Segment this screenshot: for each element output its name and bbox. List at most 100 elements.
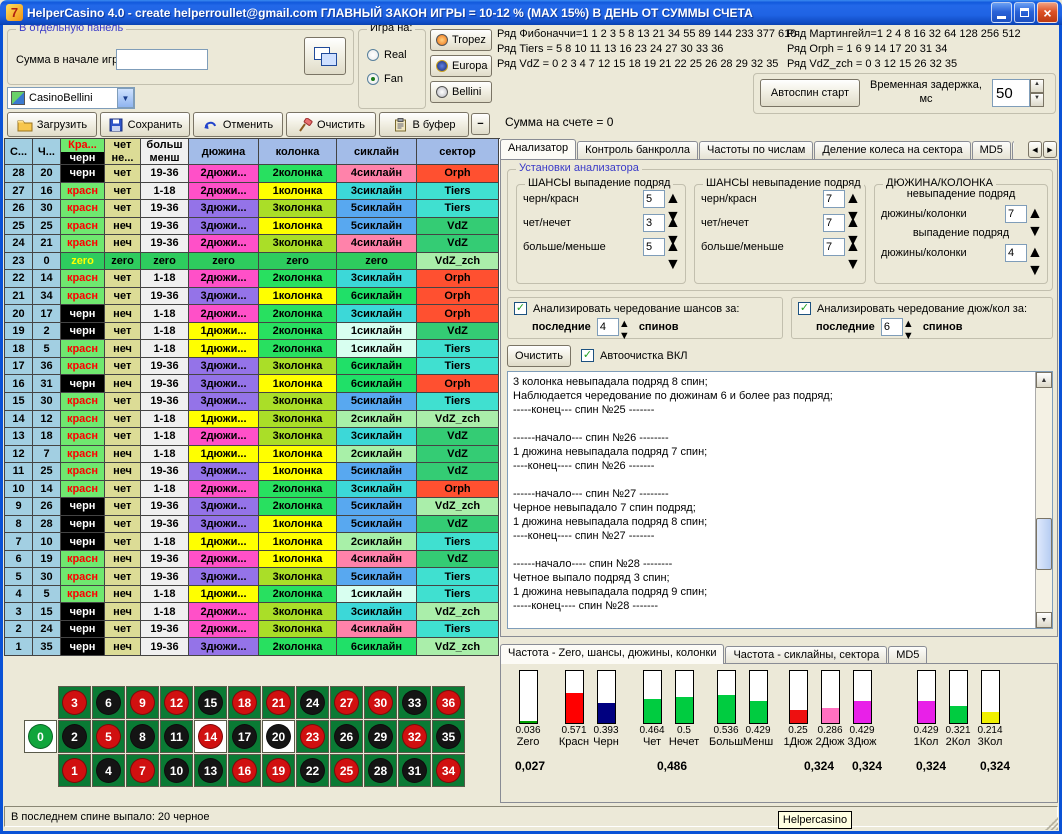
board-cell-17[interactable]: 17 — [228, 720, 261, 753]
board-cell-18[interactable]: 18 — [228, 686, 261, 719]
board-cell-31[interactable]: 31 — [398, 754, 431, 787]
spinner-up-icon[interactable]: ▲ — [845, 214, 859, 232]
setting-spinner-input[interactable] — [1005, 244, 1027, 262]
spinner-up-icon[interactable]: ▲ — [1027, 205, 1041, 223]
radio-fan[interactable]: Fan — [367, 70, 407, 88]
setting-spinner-input[interactable] — [823, 190, 845, 208]
board-cell-27[interactable]: 27 — [330, 686, 363, 719]
spinner-up-icon[interactable]: ▲ — [619, 318, 633, 330]
app-icon[interactable]: 7 — [6, 4, 23, 21]
toolbar-button-3[interactable]: Отменить — [193, 112, 283, 137]
spinner-down-icon[interactable]: ▼ — [619, 330, 633, 342]
board-cell-29[interactable]: 29 — [364, 720, 397, 753]
board-cell-10[interactable]: 10 — [160, 754, 193, 787]
tab-frequency-1[interactable]: Частота - сиклайны, сектора — [725, 646, 887, 664]
board-cell-34[interactable]: 34 — [432, 754, 465, 787]
setting-spinner-input[interactable] — [643, 238, 665, 256]
spinner-up-icon[interactable]: ▲ — [665, 238, 679, 256]
spinner-down-icon[interactable]: ▼ — [665, 256, 679, 274]
autospin-start-button[interactable]: Автоспин старт — [760, 79, 860, 107]
spinner-up-icon[interactable]: ▲ — [845, 238, 859, 256]
chevron-down-icon[interactable]: ▼ — [117, 88, 134, 108]
board-cell-30[interactable]: 30 — [364, 686, 397, 719]
board-cell-16[interactable]: 16 — [228, 754, 261, 787]
setting-spinner-input[interactable] — [1005, 205, 1027, 223]
board-cell-20[interactable]: 20 — [262, 720, 295, 753]
board-cell-6[interactable]: 6 — [92, 686, 125, 719]
spinner-up-icon[interactable]: ▲ — [903, 318, 917, 330]
tab-scroll-left-icon[interactable]: ◀ — [1028, 141, 1042, 158]
clear-log-button[interactable]: Очистить — [507, 345, 571, 367]
collapse-button[interactable]: − — [471, 113, 490, 135]
setting-spinner-input[interactable] — [643, 214, 665, 232]
spinner-down-icon[interactable]: ▼ — [845, 256, 859, 274]
board-cell-26[interactable]: 26 — [330, 720, 363, 753]
tab-frequency-2[interactable]: MD5 — [888, 646, 927, 664]
board-cell-9[interactable]: 9 — [126, 686, 159, 719]
spinner-down-icon[interactable]: ▼ — [903, 330, 917, 342]
board-cell-7[interactable]: 7 — [126, 754, 159, 787]
scroll-up-icon[interactable]: ▲ — [1036, 372, 1052, 388]
casino-button-tropez[interactable]: Tropez — [430, 29, 492, 51]
board-cell-23[interactable]: 23 — [296, 720, 329, 753]
spinner-up-icon[interactable]: ▲ — [1027, 244, 1041, 262]
last-spins-1-input[interactable] — [597, 318, 619, 336]
setting-spinner-input[interactable] — [823, 214, 845, 232]
board-cell-28[interactable]: 28 — [364, 754, 397, 787]
tab-analyzer-1[interactable]: Контроль банкролла — [577, 141, 698, 159]
delay-input[interactable] — [992, 79, 1030, 107]
board-cell-3[interactable]: 3 — [58, 686, 91, 719]
toolbar-button-4[interactable]: Очистить — [286, 112, 376, 137]
scrollbar-track[interactable] — [1036, 388, 1052, 612]
spinner-up-icon[interactable]: ▲ — [1030, 79, 1044, 93]
setting-spinner-input[interactable] — [823, 238, 845, 256]
radio-real[interactable]: Real — [367, 46, 407, 64]
tab-analyzer-2[interactable]: Частоты по числам — [699, 141, 813, 159]
log-scrollbar[interactable]: ▲ ▼ — [1035, 372, 1052, 628]
board-cell-4[interactable]: 4 — [92, 754, 125, 787]
tab-analyzer-3[interactable]: Деление колеса на сектора — [814, 141, 970, 159]
maximize-button[interactable] — [1014, 2, 1035, 23]
casino-select[interactable]: CasinoBellini ▼ — [7, 87, 135, 109]
board-cell-5[interactable]: 5 — [92, 720, 125, 753]
close-button[interactable]: × — [1037, 2, 1058, 23]
last-spins-2-input[interactable] — [881, 318, 903, 336]
casino-button-bellini[interactable]: Bellini — [430, 81, 492, 103]
board-cell-11[interactable]: 11 — [160, 720, 193, 753]
spinner-down-icon[interactable]: ▼ — [1027, 223, 1041, 241]
board-cell-19[interactable]: 19 — [262, 754, 295, 787]
tab-analyzer-5[interactable]: Ко — [1012, 141, 1014, 159]
spinner-up-icon[interactable]: ▲ — [665, 190, 679, 208]
setting-spinner-input[interactable] — [643, 190, 665, 208]
toolbar-button-5[interactable]: В буфер — [379, 112, 469, 137]
analyze-chances-checkbox[interactable]: ✓ — [514, 302, 527, 315]
start-sum-input[interactable] — [116, 49, 208, 70]
board-cell-14[interactable]: 14 — [194, 720, 227, 753]
spinner-down-icon[interactable]: ▼ — [1030, 93, 1044, 107]
analyze-dozens-checkbox[interactable]: ✓ — [798, 302, 811, 315]
board-cell-2[interactable]: 2 — [58, 720, 91, 753]
resize-grip[interactable] — [1045, 817, 1058, 830]
scrollbar-thumb[interactable] — [1036, 518, 1052, 570]
board-cell-0[interactable]: 0 — [24, 720, 57, 753]
board-cell-24[interactable]: 24 — [296, 686, 329, 719]
spinner-up-icon[interactable]: ▲ — [845, 190, 859, 208]
board-cell-35[interactable]: 35 — [432, 720, 465, 753]
board-cell-22[interactable]: 22 — [296, 754, 329, 787]
board-cell-25[interactable]: 25 — [330, 754, 363, 787]
board-cell-21[interactable]: 21 — [262, 686, 295, 719]
board-cell-36[interactable]: 36 — [432, 686, 465, 719]
toolbar-button-2[interactable]: Сохранить — [100, 112, 190, 137]
tab-scroll-right-icon[interactable]: ▶ — [1043, 141, 1057, 158]
toolbar-button-1[interactable]: Загрузить — [7, 112, 97, 137]
tab-frequency-0[interactable]: Частота - Zero, шансы, дюжины, колонки — [500, 644, 724, 664]
minimize-button[interactable] — [991, 2, 1012, 23]
tab-analyzer-0[interactable]: Анализатор — [500, 139, 576, 159]
board-cell-8[interactable]: 8 — [126, 720, 159, 753]
board-cell-12[interactable]: 12 — [160, 686, 193, 719]
tab-analyzer-4[interactable]: MD5 — [972, 141, 1011, 159]
board-cell-13[interactable]: 13 — [194, 754, 227, 787]
board-cell-1[interactable]: 1 — [58, 754, 91, 787]
board-cell-15[interactable]: 15 — [194, 686, 227, 719]
spinner-up-icon[interactable]: ▲ — [665, 214, 679, 232]
